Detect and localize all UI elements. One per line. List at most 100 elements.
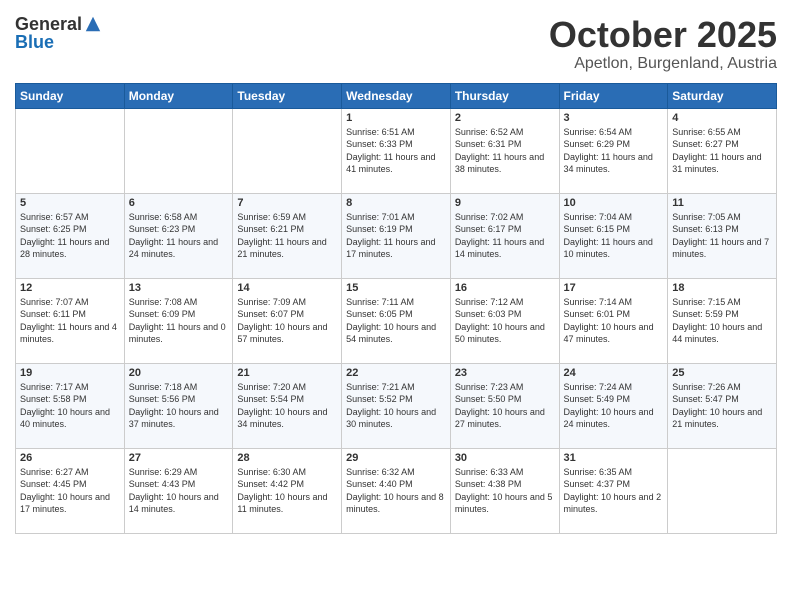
calendar-cell: 12Sunrise: 7:07 AMSunset: 6:11 PMDayligh… (16, 278, 125, 363)
col-wednesday: Wednesday (342, 83, 451, 108)
calendar-cell: 20Sunrise: 7:18 AMSunset: 5:56 PMDayligh… (124, 363, 233, 448)
day-info: Sunset: 4:37 PM (564, 478, 664, 491)
day-info: Sunset: 6:03 PM (455, 308, 555, 321)
day-info: Sunset: 6:27 PM (672, 138, 772, 151)
title-block: October 2025 Apetlon, Burgenland, Austri… (549, 15, 777, 73)
day-info: Daylight: 11 hours and 34 minutes. (564, 151, 664, 176)
calendar-cell (16, 108, 125, 193)
day-info: Sunrise: 7:18 AM (129, 381, 229, 394)
day-info: Sunset: 6:19 PM (346, 223, 446, 236)
day-number: 9 (455, 197, 555, 209)
day-info: Sunset: 6:33 PM (346, 138, 446, 151)
day-info: Daylight: 10 hours and 8 minutes. (346, 491, 446, 516)
day-info: Sunrise: 6:32 AM (346, 466, 446, 479)
day-info: Daylight: 10 hours and 5 minutes. (455, 491, 555, 516)
day-info: Daylight: 11 hours and 7 minutes. (672, 236, 772, 261)
day-number: 16 (455, 282, 555, 294)
day-info: Sunset: 6:15 PM (564, 223, 664, 236)
day-info: Sunset: 5:54 PM (237, 393, 337, 406)
day-info: Sunset: 5:59 PM (672, 308, 772, 321)
day-info: Sunrise: 6:57 AM (20, 211, 120, 224)
calendar-cell: 31Sunrise: 6:35 AMSunset: 4:37 PMDayligh… (559, 448, 668, 533)
day-info: Sunrise: 7:21 AM (346, 381, 446, 394)
day-info: Sunset: 4:40 PM (346, 478, 446, 491)
day-info: Daylight: 11 hours and 17 minutes. (346, 236, 446, 261)
calendar-week-5: 26Sunrise: 6:27 AMSunset: 4:45 PMDayligh… (16, 448, 777, 533)
calendar-week-3: 12Sunrise: 7:07 AMSunset: 6:11 PMDayligh… (16, 278, 777, 363)
day-info: Sunset: 6:29 PM (564, 138, 664, 151)
day-info: Sunrise: 7:12 AM (455, 296, 555, 309)
calendar-cell: 8Sunrise: 7:01 AMSunset: 6:19 PMDaylight… (342, 193, 451, 278)
day-number: 25 (672, 367, 772, 379)
day-info: Sunset: 4:43 PM (129, 478, 229, 491)
logo-blue: Blue (15, 33, 82, 51)
day-info: Daylight: 10 hours and 14 minutes. (129, 491, 229, 516)
day-number: 24 (564, 367, 664, 379)
day-info: Sunset: 6:13 PM (672, 223, 772, 236)
day-info: Daylight: 10 hours and 34 minutes. (237, 406, 337, 431)
day-number: 15 (346, 282, 446, 294)
calendar-cell: 15 Sunrise: 7:11 AMSunset: 6:05 PMDayligh… (342, 278, 451, 363)
col-saturday: Saturday (668, 83, 777, 108)
day-info: Sunrise: 7:23 AM (455, 381, 555, 394)
calendar-cell: 4Sunrise: 6:55 AMSunset: 6:27 PMDaylight… (668, 108, 777, 193)
day-info: Sunrise: 7:17 AM (20, 381, 120, 394)
calendar-cell: 27Sunrise: 6:29 AMSunset: 4:43 PMDayligh… (124, 448, 233, 533)
day-info: Sunset: 6:05 PM (346, 308, 446, 321)
day-info: Sunset: 5:56 PM (129, 393, 229, 406)
day-number: 14 (237, 282, 337, 294)
calendar-cell: 5Sunrise: 6:57 AMSunset: 6:25 PMDaylight… (16, 193, 125, 278)
day-info: Sunset: 5:50 PM (455, 393, 555, 406)
day-info: Sunrise: 6:55 AM (672, 126, 772, 139)
day-info: Daylight: 11 hours and 21 minutes. (237, 236, 337, 261)
day-info: Sunset: 5:49 PM (564, 393, 664, 406)
day-info: Daylight: 10 hours and 54 minutes. (346, 321, 446, 346)
day-number: 11 (672, 197, 772, 209)
day-info: Sunset: 4:45 PM (20, 478, 120, 491)
day-info: Daylight: 11 hours and 24 minutes. (129, 236, 229, 261)
day-number: 27 (129, 452, 229, 464)
day-number: 23 (455, 367, 555, 379)
calendar-cell: 7Sunrise: 6:59 AMSunset: 6:21 PMDaylight… (233, 193, 342, 278)
day-info: Sunrise: 7:09 AM (237, 296, 337, 309)
day-number: 5 (20, 197, 120, 209)
calendar-week-2: 5 Sunrise: 6:57 AMSunset: 6:25 PM Daylight… (16, 193, 777, 278)
day-info: Sunrise: 7:11 AM (346, 296, 446, 309)
logo-icon (84, 15, 102, 33)
calendar-cell (668, 448, 777, 533)
calendar-cell: 16Sunrise: 7:12 AMSunset: 6:03 PMDayligh… (450, 278, 559, 363)
day-number: 31 (564, 452, 664, 464)
calendar-cell: 26Sunrise: 6:27 AMSunset: 4:45 PMDayligh… (16, 448, 125, 533)
calendar-cell: 19Sunrise: 7:17 AMSunset: 5:58 PMDayligh… (16, 363, 125, 448)
day-info: Sunrise: 6:54 AM (564, 126, 664, 139)
day-number: 26 (20, 452, 120, 464)
calendar-header-row: Sunday Monday Tuesday Wednesday Thursday… (16, 83, 777, 108)
day-info: Daylight: 11 hours and 14 minutes. (455, 236, 555, 261)
logo: General Blue (15, 15, 102, 51)
calendar-cell: 14Sunrise: 7:09 AMSunset: 6:07 PMDayligh… (233, 278, 342, 363)
day-info: Sunrise: 7:05 AM (672, 211, 772, 224)
day-number: 12 (20, 282, 120, 294)
day-info: Daylight: 10 hours and 21 minutes. (672, 406, 772, 431)
day-info: Sunset: 4:38 PM (455, 478, 555, 491)
location-title: Apetlon, Burgenland, Austria (549, 55, 777, 73)
day-info: Sunset: 6:25 PM (20, 223, 120, 236)
calendar-cell: 10Sunrise: 7:04 AMSunset: 6:15 PMDayligh… (559, 193, 668, 278)
day-info: Sunset: 6:01 PM (564, 308, 664, 321)
calendar-week-4: 19Sunrise: 7:17 AMSunset: 5:58 PMDayligh… (16, 363, 777, 448)
day-info: Sunrise: 7:07 AM (20, 296, 120, 309)
logo-text: General Blue (15, 15, 82, 51)
calendar-cell (233, 108, 342, 193)
calendar-cell (124, 108, 233, 193)
col-thursday: Thursday (450, 83, 559, 108)
day-info: Sunrise: 6:59 AM (237, 211, 337, 224)
day-number: 30 (455, 452, 555, 464)
day-number: 17 (564, 282, 664, 294)
day-info: Sunset: 6:09 PM (129, 308, 229, 321)
day-number: 1 (346, 112, 446, 124)
day-info: Daylight: 11 hours and 10 minutes. (564, 236, 664, 261)
day-info: Daylight: 10 hours and 11 minutes. (237, 491, 337, 516)
calendar-cell: 17Sunrise: 7:14 AMSunset: 6:01 PMDayligh… (559, 278, 668, 363)
day-number: 29 (346, 452, 446, 464)
day-info: Sunrise: 7:15 AM (672, 296, 772, 309)
